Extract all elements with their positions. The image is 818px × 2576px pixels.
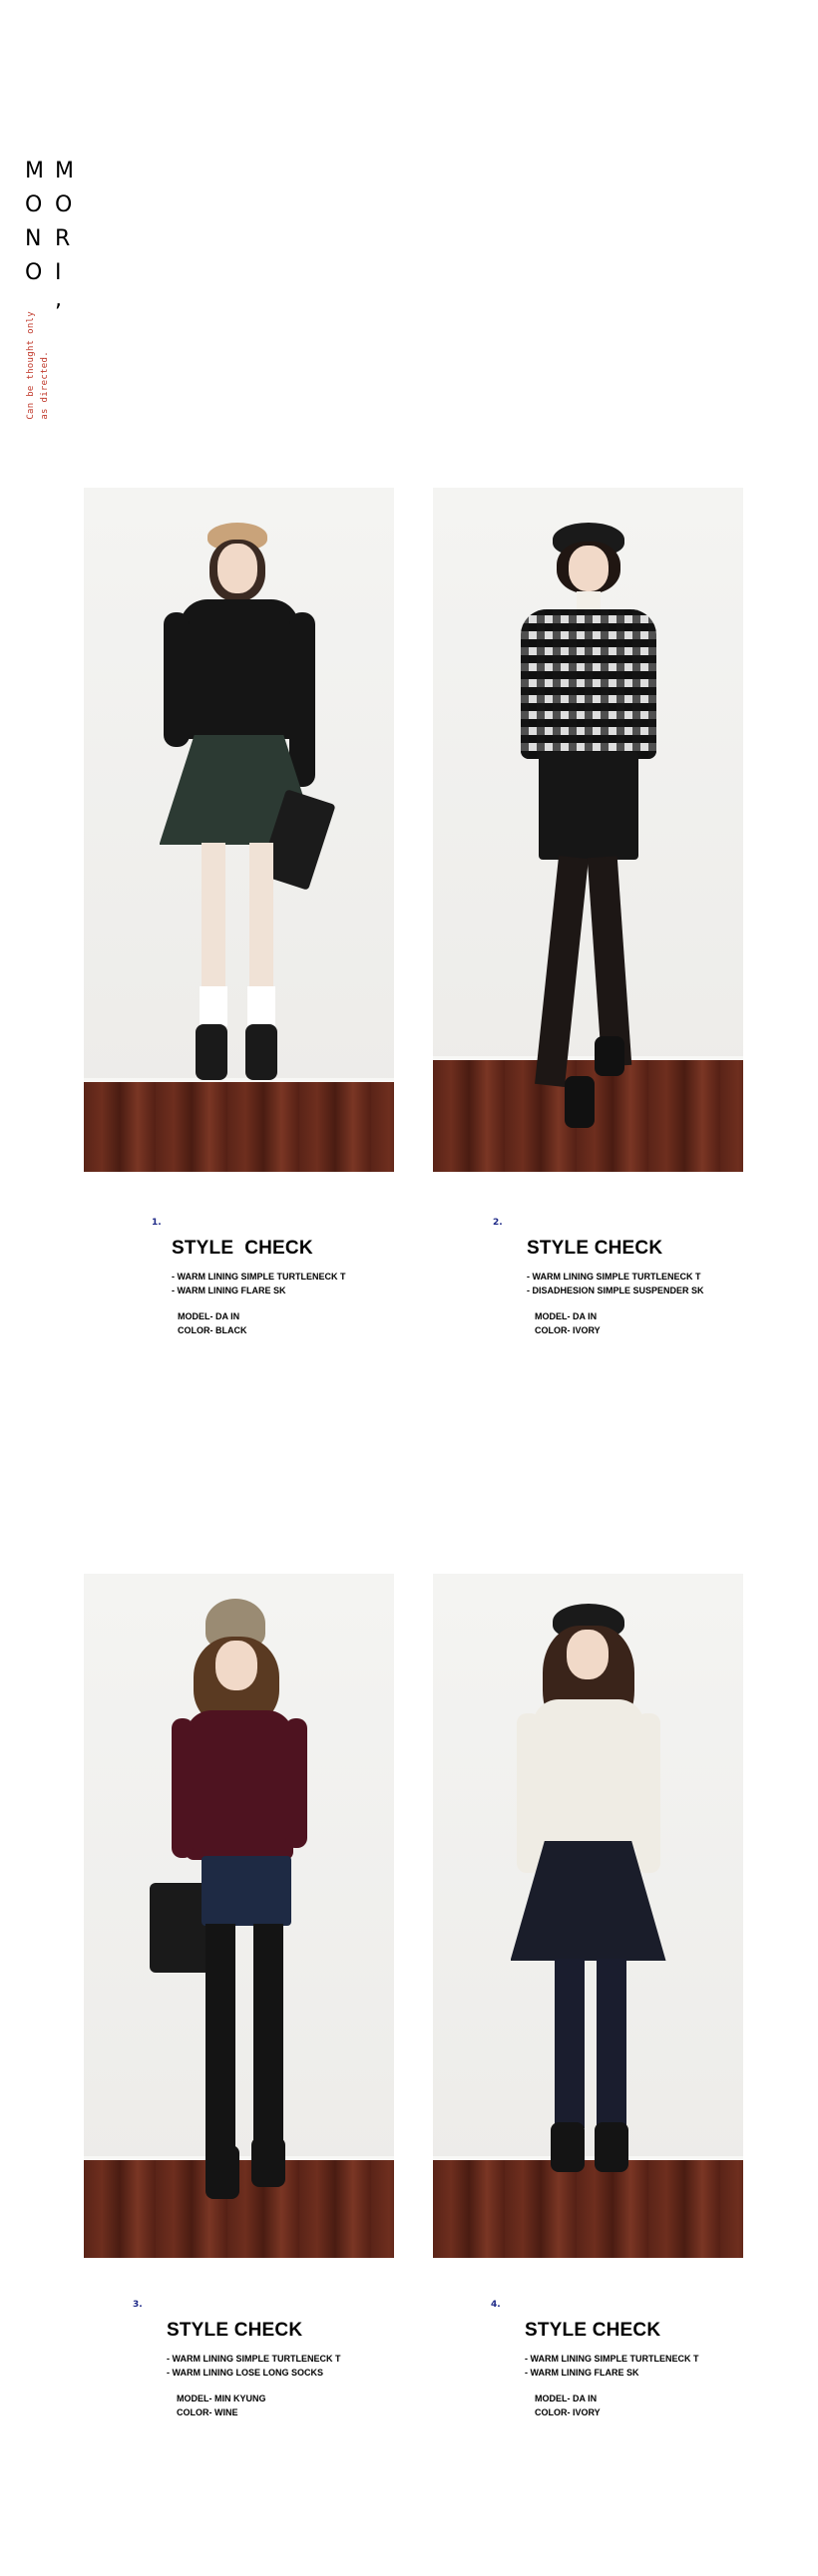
item-2[interactable]: - WARM LINING LOSE LONG SOCKS xyxy=(167,2366,412,2380)
top xyxy=(532,1699,644,1849)
style-check-title: STYLE CHECK xyxy=(172,1238,313,1259)
logo-letter: O xyxy=(55,192,73,217)
model-meta: MODEL- MIN KYUNG COLOR- WINE xyxy=(133,2392,412,2419)
look-photo-4[interactable] xyxy=(433,1574,743,2258)
shoe-left xyxy=(564,1076,595,1128)
item-2[interactable]: - DISADHESION SIMPLE SUSPENDER SK xyxy=(527,1284,772,1297)
shoe-right xyxy=(594,1036,624,1076)
model-name: MODEL- MIN KYUNG xyxy=(177,2393,266,2403)
logo-row-1: M M xyxy=(25,155,85,188)
item-2[interactable]: - WARM LINING FLARE SK xyxy=(172,1284,411,1297)
shoe-left xyxy=(550,2122,585,2172)
item-list: - WARM LINING SIMPLE TURTLENECK T - DISA… xyxy=(493,1270,772,1297)
model-name: MODEL- DA IN xyxy=(535,1311,598,1321)
leg-left xyxy=(534,856,589,1087)
color-name: COLOR- IVORY xyxy=(535,2407,601,2417)
shoe-right xyxy=(594,2122,628,2172)
item-list: - WARM LINING SIMPLE TURTLENECK T - WARM… xyxy=(133,2352,412,2380)
look-info-4: 4. STYLE CHECK - WARM LINING SIMPLE TURT… xyxy=(491,2300,770,2419)
item-1[interactable]: - WARM LINING SIMPLE TURTLENECK T xyxy=(167,2352,412,2366)
look-number: 3. xyxy=(133,2300,143,2310)
model-meta: MODEL- DA IN COLOR- BLACK xyxy=(152,1309,411,1337)
model-figure xyxy=(499,518,678,1156)
look-info-3: 3. STYLE CHECK - WARM LINING SIMPLE TURT… xyxy=(133,2300,412,2419)
logo-letter: R xyxy=(55,226,71,251)
look-number: 2. xyxy=(493,1218,503,1228)
face xyxy=(566,1630,609,1679)
model-meta: MODEL- DA IN COLOR- IVORY xyxy=(491,2392,770,2419)
item-1[interactable]: - WARM LINING SIMPLE TURTLENECK T xyxy=(525,2352,770,2366)
top xyxy=(179,599,299,739)
logo-letter: I xyxy=(55,260,62,285)
model-figure xyxy=(150,518,336,1156)
style-check-title: STYLE CHECK xyxy=(525,2320,661,2341)
arm-right xyxy=(284,1718,307,1848)
model-figure xyxy=(499,1604,678,2242)
logo-row-4: O I xyxy=(25,256,85,290)
shoe-left xyxy=(195,1024,227,1080)
item-list: - WARM LINING SIMPLE TURTLENECK T - WARM… xyxy=(491,2352,770,2380)
face xyxy=(214,1641,257,1690)
model-name: MODEL- DA IN xyxy=(535,2393,598,2403)
leg-left xyxy=(554,1959,585,2128)
skirt xyxy=(538,752,638,860)
shoe-left xyxy=(204,2145,239,2199)
color-name: COLOR- IVORY xyxy=(535,1325,601,1335)
arm-left xyxy=(163,612,190,747)
color-name: COLOR- WINE xyxy=(177,2407,238,2417)
sock-right xyxy=(246,986,275,1026)
logo-letter: M xyxy=(55,159,74,184)
item-1[interactable]: - WARM LINING SIMPLE TURTLENECK T xyxy=(172,1270,411,1284)
sock-left xyxy=(199,986,227,1026)
model-meta: MODEL- DA IN COLOR- IVORY xyxy=(493,1309,772,1337)
logo-letter: M xyxy=(25,159,44,184)
top-check xyxy=(520,609,656,759)
look-photo-2[interactable] xyxy=(433,488,743,1172)
model-name: MODEL- DA IN xyxy=(178,1311,240,1321)
look-photo-1[interactable] xyxy=(84,488,394,1172)
tagline-line-2: as directed. xyxy=(40,351,50,420)
arm-left xyxy=(171,1718,194,1858)
tagline-line-1: Can be thought only xyxy=(26,311,36,420)
arm-left xyxy=(516,1713,541,1873)
look-info-1: 1. STYLE CHECK - WARM LINING SIMPLE TURT… xyxy=(152,1218,411,1337)
look-info-2: 2. STYLE CHECK - WARM LINING SIMPLE TURT… xyxy=(493,1218,772,1337)
style-check-title: STYLE CHECK xyxy=(167,2320,303,2341)
face xyxy=(216,544,257,593)
item-list: - WARM LINING SIMPLE TURTLENECK T - WARM… xyxy=(152,1270,411,1297)
shorts xyxy=(201,1856,291,1926)
leg-right xyxy=(596,1959,626,2128)
shoe-right xyxy=(244,1024,277,1080)
shoe-right xyxy=(250,2137,285,2187)
logo-letter: O xyxy=(25,192,43,217)
leg-left xyxy=(204,1924,235,2153)
model-figure xyxy=(149,1599,329,2237)
logo-row-3: N R xyxy=(25,222,85,256)
arm-right xyxy=(635,1713,660,1873)
color-name: COLOR- BLACK xyxy=(178,1325,247,1335)
leg-right xyxy=(252,1924,283,2153)
look-number: 4. xyxy=(491,2300,501,2310)
logo-letter: N xyxy=(25,226,42,251)
tagline: Can be thought only as directed. xyxy=(24,311,52,420)
item-2[interactable]: - WARM LINING FLARE SK xyxy=(525,2366,770,2380)
item-1[interactable]: - WARM LINING SIMPLE TURTLENECK T xyxy=(527,1270,772,1284)
style-check-title: STYLE CHECK xyxy=(527,1238,663,1259)
face xyxy=(568,546,609,591)
arm-right xyxy=(288,612,315,787)
look-photo-3[interactable] xyxy=(84,1574,394,2258)
top xyxy=(185,1710,293,1860)
look-number: 1. xyxy=(152,1218,162,1228)
logo-row-2: O O xyxy=(25,188,85,222)
brand-logo: M M O O N R O I , xyxy=(25,155,85,312)
logo-row-5: , xyxy=(25,287,85,312)
logo-comma: , xyxy=(55,287,62,312)
logo-letter: O xyxy=(25,260,43,285)
